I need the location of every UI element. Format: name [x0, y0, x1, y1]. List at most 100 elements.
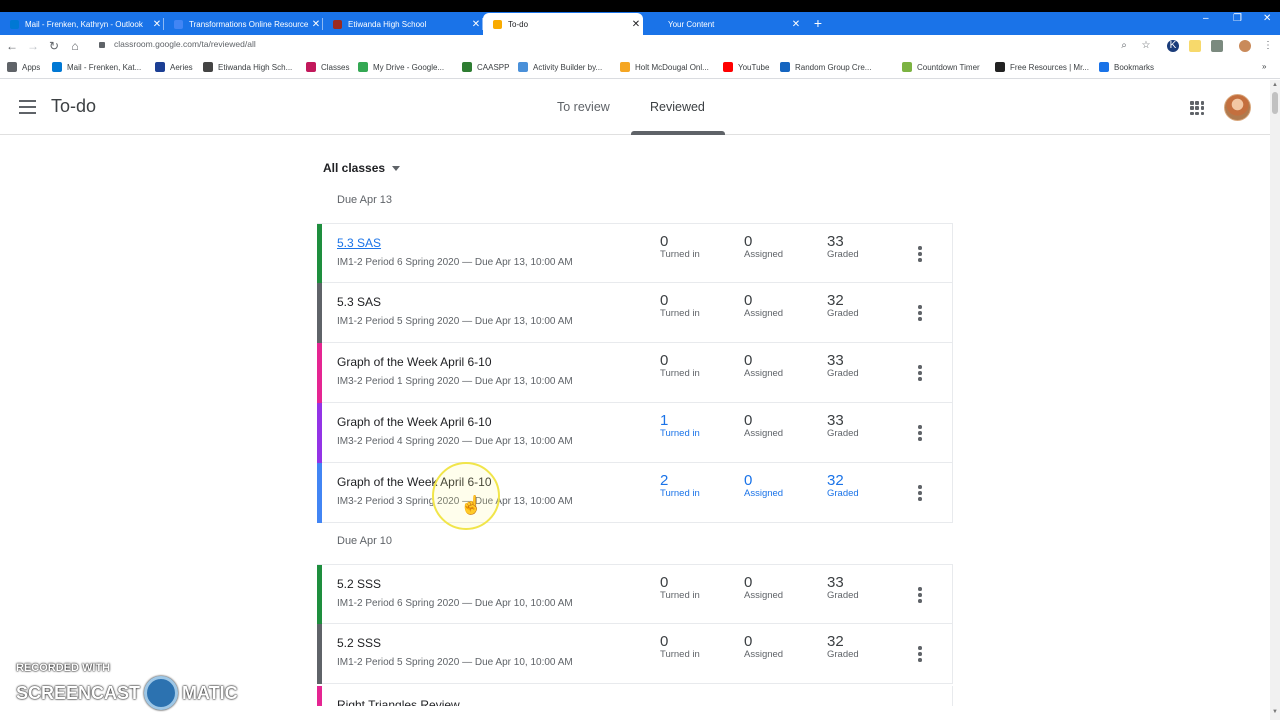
tab-reviewed[interactable]: Reviewed	[650, 100, 705, 114]
assigned-count[interactable]: 0 Assigned	[744, 472, 783, 499]
bookmark-item[interactable]: Countdown Timer	[902, 62, 980, 72]
turned-in-count[interactable]: 0 Turned in	[660, 633, 700, 660]
bookmark-item[interactable]: Activity Builder by...	[518, 62, 602, 72]
class-filter-dropdown[interactable]: All classes	[323, 161, 401, 175]
stat-label: Graded	[827, 368, 859, 379]
graded-count[interactable]: 33 Graded	[827, 412, 859, 439]
assignment-card[interactable]: 5.2 SSS IM1-2 Period 5 Spring 2020 — Due …	[317, 624, 953, 684]
more-options-icon[interactable]	[918, 425, 922, 441]
bookmark-star-icon[interactable]: ☆	[1140, 40, 1152, 52]
bookmark-item[interactable]: Random Group Cre...	[780, 62, 871, 72]
assignment-card[interactable]: 5.2 SSS IM1-2 Period 6 Spring 2020 — Due …	[317, 564, 953, 625]
scroll-down-icon[interactable]: ▼	[1272, 709, 1278, 715]
browser-tab[interactable]: Etiwanda High School ✕	[323, 13, 483, 35]
scrollbar[interactable]	[1270, 80, 1280, 720]
dropdown-caret-icon	[392, 165, 401, 171]
assignment-card[interactable]: Graph of the Week April 6-10 IM3-2 Period…	[317, 403, 953, 463]
graded-count[interactable]: 33 Graded	[827, 352, 859, 379]
stat-value: 32	[827, 472, 844, 489]
assignment-card[interactable]: 5.3 SAS IM1-2 Period 6 Spring 2020 — Due …	[317, 223, 953, 284]
assignment-title[interactable]: 5.2 SSS	[337, 636, 381, 650]
turned-in-count[interactable]: 2 Turned in	[660, 472, 700, 499]
bookmark-item[interactable]: Holt McDougal Onl...	[620, 62, 709, 72]
zoom-icon[interactable]: ⌕	[1118, 40, 1130, 52]
back-icon[interactable]: ←	[4, 38, 20, 54]
graded-count[interactable]: 32 Graded	[827, 472, 859, 499]
extension-k-icon[interactable]: K	[1167, 40, 1179, 52]
forward-icon[interactable]: →	[25, 38, 41, 54]
assignment-card[interactable]: Graph of the Week April 6-10 IM3-2 Period…	[317, 343, 953, 403]
scroll-up-icon[interactable]: ▲	[1272, 82, 1278, 88]
graded-count[interactable]: 32 Graded	[827, 633, 859, 660]
tab-to-review[interactable]: To review	[557, 100, 610, 114]
tab-close-icon[interactable]: ✕	[150, 19, 164, 30]
turned-in-count[interactable]: 1 Turned in	[660, 412, 700, 439]
assignment-title[interactable]: 5.2 SSS	[337, 577, 381, 591]
assignment-card-partial[interactable]: Right Triangles Review	[317, 686, 953, 706]
assignment-card[interactable]: Graph of the Week April 6-10 IM3-2 Period…	[317, 463, 953, 523]
assigned-count[interactable]: 0 Assigned	[744, 352, 783, 379]
turned-in-count[interactable]: 0 Turned in	[660, 233, 700, 260]
more-options-icon[interactable]	[918, 305, 922, 321]
tab-close-icon[interactable]: ✕	[789, 19, 803, 30]
bookmark-item[interactable]: Apps	[7, 62, 40, 72]
avatar[interactable]	[1224, 94, 1251, 121]
more-options-icon[interactable]	[918, 246, 922, 262]
assignment-title[interactable]: Graph of the Week April 6-10	[337, 355, 492, 369]
assigned-count[interactable]: 0 Assigned	[744, 292, 783, 319]
url-field[interactable]: classroom.google.com/ta/reviewed/all	[114, 39, 256, 49]
bookmark-item[interactable]: Classes	[306, 62, 349, 72]
more-options-icon[interactable]	[918, 485, 922, 501]
turned-in-count[interactable]: 0 Turned in	[660, 574, 700, 601]
google-apps-icon[interactable]	[1190, 101, 1204, 115]
browser-menu-icon[interactable]: ⋮	[1262, 40, 1274, 52]
bookmark-item[interactable]: Free Resources | Mr...	[995, 62, 1089, 72]
bookmark-item[interactable]: Aeries	[155, 62, 193, 72]
graded-count[interactable]: 33 Graded	[827, 233, 859, 260]
assigned-count[interactable]: 0 Assigned	[744, 633, 783, 660]
graded-count[interactable]: 33 Graded	[827, 574, 859, 601]
graded-count[interactable]: 32 Graded	[827, 292, 859, 319]
bookmark-item[interactable]: Etiwanda High Sch...	[203, 62, 292, 72]
profile-icon[interactable]	[1239, 40, 1251, 52]
assigned-count[interactable]: 0 Assigned	[744, 412, 783, 439]
tab-close-icon[interactable]: ✕	[309, 19, 323, 30]
minimize-icon[interactable]: –	[1203, 13, 1209, 31]
extension-badge-icon[interactable]	[1211, 40, 1223, 52]
assigned-count[interactable]: 0 Assigned	[744, 574, 783, 601]
assignment-title[interactable]: Right Triangles Review	[337, 698, 460, 706]
maximize-icon[interactable]: ❐	[1233, 13, 1242, 31]
scrollbar-thumb[interactable]	[1272, 92, 1278, 114]
bookmark-item[interactable]: My Drive - Google...	[358, 62, 444, 72]
extension-folder-icon[interactable]	[1189, 40, 1201, 52]
turned-in-count[interactable]: 0 Turned in	[660, 292, 700, 319]
assignment-card[interactable]: 5.3 SAS IM1-2 Period 5 Spring 2020 — Due …	[317, 283, 953, 343]
tab-close-icon[interactable]: ✕	[629, 19, 643, 30]
bookmark-item[interactable]: Bookmarks	[1099, 62, 1154, 72]
assignment-title[interactable]: Graph of the Week April 6-10	[337, 415, 492, 429]
stat-value: 0	[660, 233, 669, 250]
browser-tab[interactable]: Your Content ✕	[643, 13, 803, 35]
assignment-title[interactable]: 5.3 SAS	[337, 295, 381, 309]
browser-tab[interactable]: Transformations Online Resource ✕	[164, 13, 323, 35]
browser-tab[interactable]: Mail - Frenken, Kathryn - Outlook ✕	[0, 13, 164, 35]
more-options-icon[interactable]	[918, 587, 922, 603]
turned-in-count[interactable]: 0 Turned in	[660, 352, 700, 379]
stat-value: 33	[827, 233, 844, 250]
hand-cursor-icon: ☝	[460, 495, 483, 515]
reload-icon[interactable]: ↻	[46, 38, 62, 54]
close-window-icon[interactable]: ✕	[1263, 13, 1271, 31]
tab-close-icon[interactable]: ✕	[469, 19, 483, 30]
main-menu-icon[interactable]	[19, 100, 36, 114]
home-icon[interactable]: ⌂	[67, 38, 83, 54]
more-options-icon[interactable]	[918, 365, 922, 381]
new-tab-button[interactable]: +	[811, 13, 825, 35]
bookmarks-overflow-icon[interactable]: »	[1262, 62, 1266, 71]
assigned-count[interactable]: 0 Assigned	[744, 233, 783, 260]
bookmark-item[interactable]: CAASPP	[462, 62, 509, 72]
bookmark-item[interactable]: YouTube	[723, 62, 769, 72]
assignment-title[interactable]: 5.3 SAS	[337, 236, 381, 250]
more-options-icon[interactable]	[918, 646, 922, 662]
bookmark-item[interactable]: Mail - Frenken, Kat...	[52, 62, 141, 72]
browser-tab[interactable]: To-do ✕	[483, 13, 643, 35]
